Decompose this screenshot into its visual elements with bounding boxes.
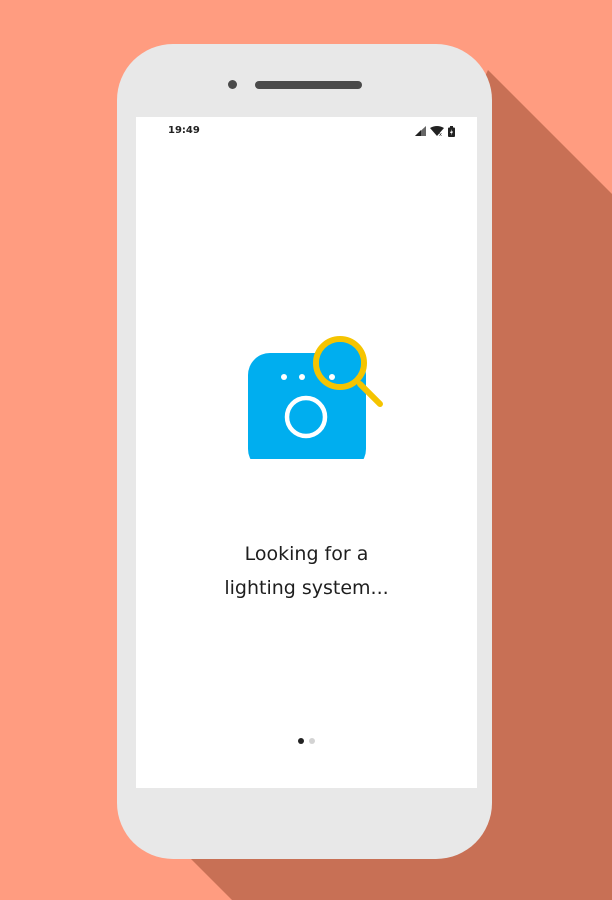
bridge-led-right — [299, 374, 305, 380]
page-dot-inactive — [309, 738, 315, 744]
magnifier-lens-fill — [319, 342, 361, 384]
status-time: 19:49 — [168, 125, 200, 136]
bridge-led-left — [281, 374, 287, 380]
wifi-icon: x — [430, 126, 444, 136]
svg-text:x: x — [439, 132, 442, 136]
bridge-search-icon — [248, 336, 383, 459]
searching-message: Looking for a lighting system... — [136, 537, 477, 605]
message-line-2: lighting system... — [224, 577, 389, 599]
earpiece-speaker — [255, 81, 362, 89]
phone-screen: 19:49 x Looking for a lighting system... — [136, 117, 477, 788]
status-icons: x — [415, 125, 455, 137]
cellular-signal-icon — [415, 126, 426, 136]
phone-frame: 19:49 x Looking for a lighting system... — [117, 44, 492, 859]
message-line-1: Looking for a — [244, 543, 369, 565]
status-bar: 19:49 x — [136, 117, 477, 145]
front-camera — [228, 80, 237, 89]
page-dot-active — [298, 738, 304, 744]
page-indicator — [136, 738, 477, 744]
battery-charging-icon — [448, 125, 455, 137]
